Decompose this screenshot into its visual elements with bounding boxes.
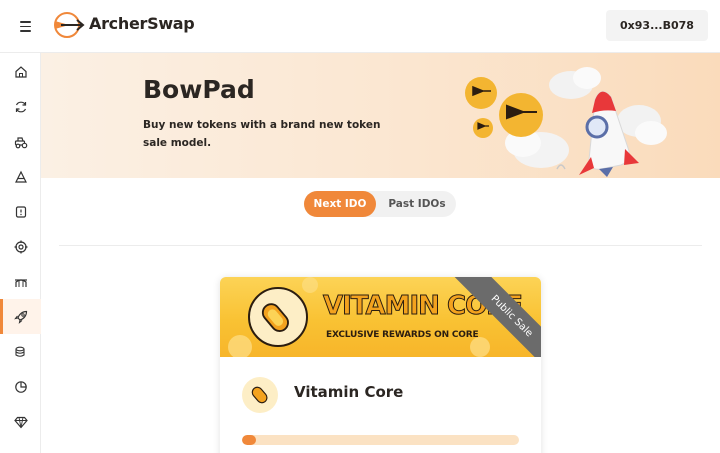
- brand-name[interactable]: ArcherSwap: [89, 14, 195, 33]
- vitamin-pill-icon: [251, 386, 268, 404]
- project-avatar: [242, 377, 278, 413]
- project-name: Vitamin Core: [294, 383, 404, 401]
- bridge-icon: [14, 278, 27, 287]
- diamond-icon: [13, 416, 28, 428]
- target-icon: [14, 240, 27, 253]
- tab-next-ido[interactable]: Next IDO: [304, 191, 376, 217]
- sidebar-item-coins[interactable]: [0, 334, 41, 369]
- sale-progress-bar: [242, 435, 519, 445]
- farm-icon: [14, 136, 27, 148]
- ido-tabs: Next IDO Past IDOs: [304, 191, 456, 217]
- swap-icon: [15, 101, 26, 112]
- rocket-illustration: [465, 67, 667, 177]
- hero-banner: BowPad Buy new tokens with a brand new t…: [41, 53, 720, 178]
- home-icon: [14, 65, 27, 78]
- archerswap-logo[interactable]: [53, 11, 85, 39]
- sidebar-item-farm[interactable]: [0, 124, 41, 159]
- top-bar: ArcherSwap 0x93...B078: [0, 0, 720, 53]
- menu-icon[interactable]: [15, 17, 37, 35]
- sidebar-item-bowpad[interactable]: [0, 299, 41, 334]
- sidebar-item-swap[interactable]: [0, 89, 41, 124]
- pools-icon: [14, 170, 27, 183]
- sidebar-item-bridge[interactable]: [0, 264, 41, 299]
- sidebar-item-home[interactable]: [0, 54, 41, 89]
- sale-progress-fill: [242, 435, 256, 445]
- sidebar-item-pools[interactable]: [0, 159, 41, 194]
- sidebar-item-nft[interactable]: [0, 404, 41, 439]
- sidebar-item-lottery[interactable]: [0, 194, 41, 229]
- banner-subtitle: EXCLUSIVE REWARDS ON CORE: [326, 330, 479, 340]
- rocket-icon: [13, 310, 27, 324]
- page-title: BowPad: [143, 75, 255, 104]
- page-subtitle: Buy new tokens with a brand new token sa…: [143, 119, 381, 149]
- ido-card[interactable]: VITAMIN CORE EXCLUSIVE REWARDS ON CORE P…: [220, 277, 541, 453]
- tab-past-idos[interactable]: Past IDOs: [382, 191, 452, 217]
- lottery-icon: [15, 205, 26, 218]
- sidebar-item-target[interactable]: [0, 229, 41, 264]
- ido-banner: VITAMIN CORE EXCLUSIVE REWARDS ON CORE P…: [220, 277, 541, 357]
- sidebar: [0, 53, 41, 453]
- vitamin-coin-logo: [248, 287, 308, 347]
- sidebar-item-charts[interactable]: [0, 369, 41, 404]
- divider: [59, 245, 702, 246]
- main-content: BowPad Buy new tokens with a brand new t…: [41, 53, 720, 453]
- wallet-button[interactable]: 0x93...B078: [606, 10, 708, 41]
- coins-icon: [14, 346, 25, 357]
- chart-pie-icon: [14, 380, 27, 393]
